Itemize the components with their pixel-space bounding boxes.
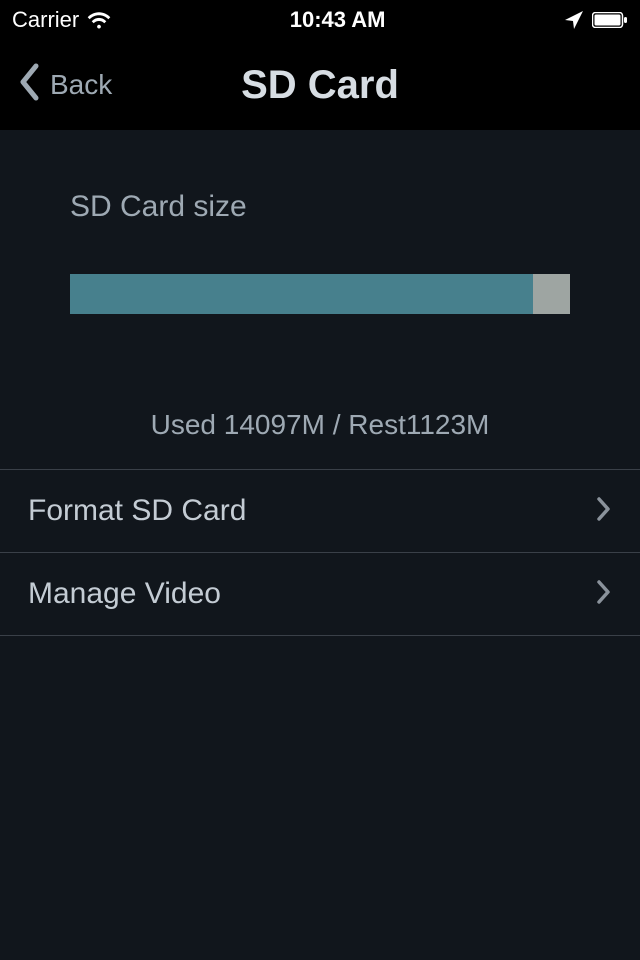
menu-list: Format SD Card Manage Video [0, 469, 640, 636]
chevron-right-icon [596, 579, 612, 610]
sd-usage-bar [70, 274, 570, 314]
sd-size-label: SD Card size [0, 130, 640, 224]
format-sd-row[interactable]: Format SD Card [0, 469, 640, 552]
content: SD Card size Used 14097M / Rest1123M For… [0, 130, 640, 636]
battery-icon [592, 12, 628, 28]
manage-video-row[interactable]: Manage Video [0, 552, 640, 636]
format-sd-label: Format SD Card [28, 494, 246, 528]
nav-bar: Back SD Card [0, 40, 640, 130]
chevron-right-icon [596, 496, 612, 527]
back-label: Back [50, 69, 112, 101]
sd-usage-fill [70, 274, 533, 314]
back-button[interactable]: Back [0, 63, 112, 108]
status-bar: Carrier 10:43 AM [0, 0, 640, 40]
wifi-icon [87, 11, 111, 29]
chevron-left-icon [18, 63, 40, 108]
sd-usage-text: Used 14097M / Rest1123M [0, 409, 640, 469]
carrier-label: Carrier [12, 7, 79, 33]
location-icon [564, 10, 584, 30]
manage-video-label: Manage Video [28, 577, 221, 611]
status-time: 10:43 AM [290, 7, 386, 33]
